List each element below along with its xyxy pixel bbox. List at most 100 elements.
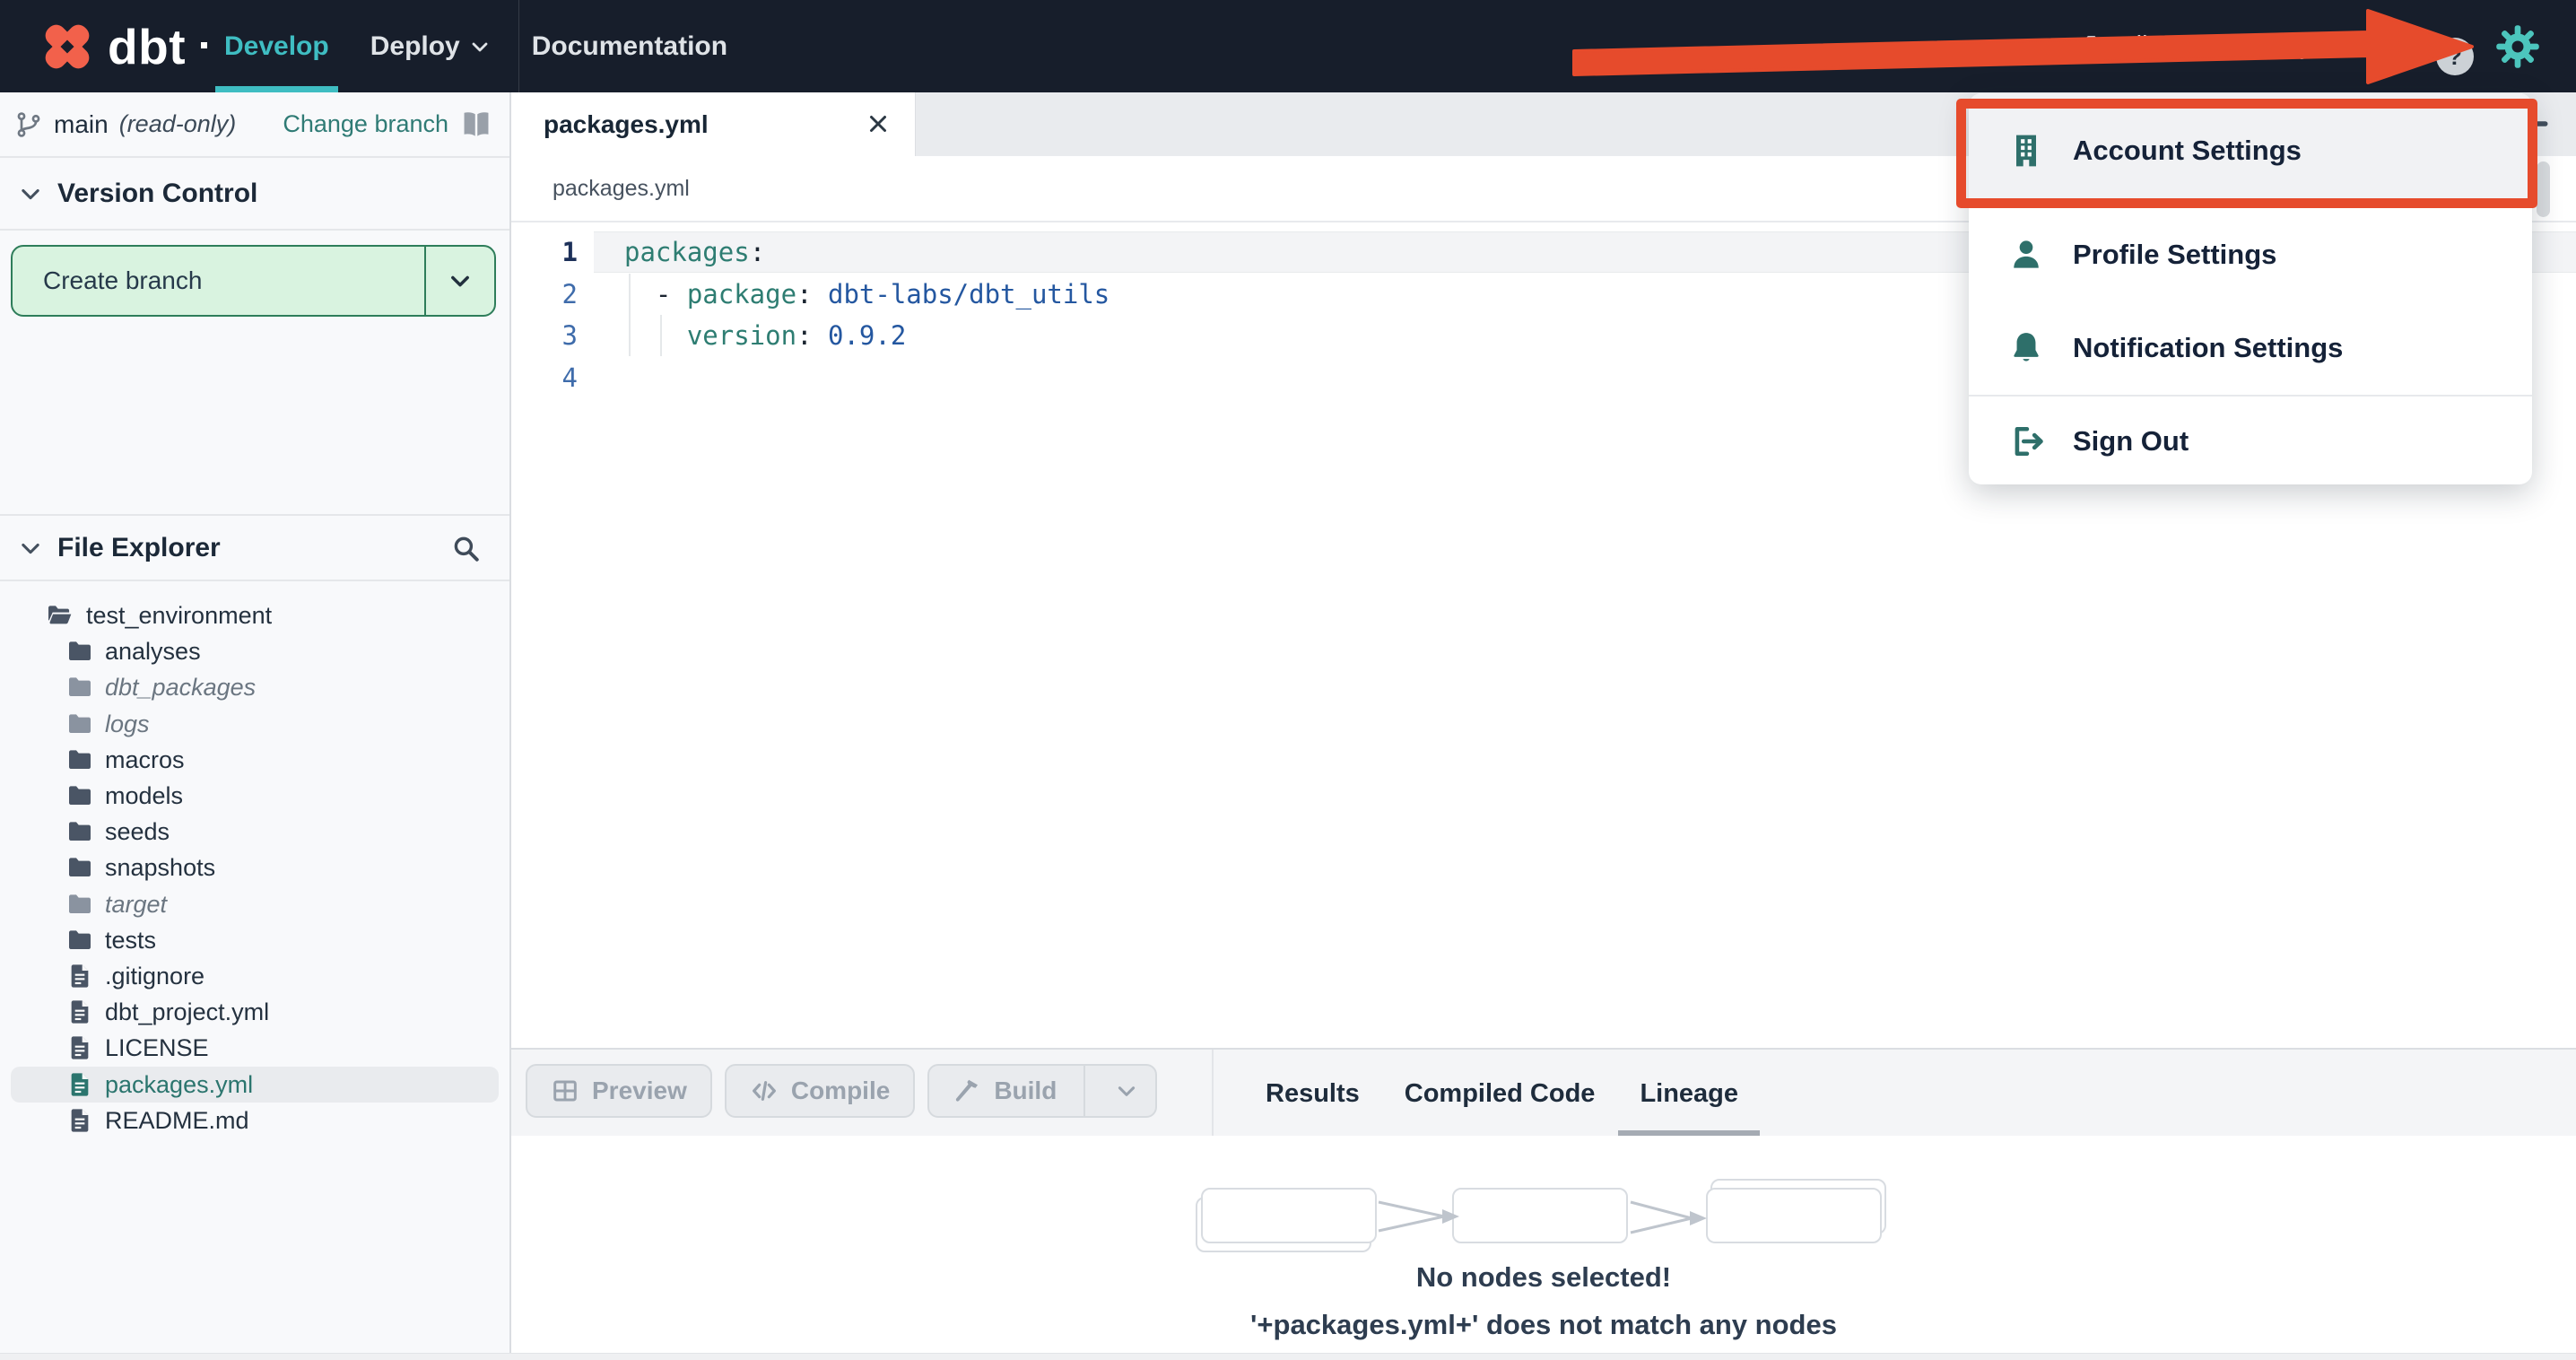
tree-item-label: target [105, 890, 168, 918]
nav-item-documentation[interactable]: Documentation [532, 0, 727, 92]
line-number: 1 [561, 237, 578, 267]
create-branch-button[interactable]: Create branch [11, 245, 496, 317]
bell-icon [2006, 328, 2046, 368]
menu-item-label: Sign Out [2073, 425, 2189, 457]
folder-analyses[interactable]: analyses [0, 633, 509, 669]
folder-test-environment[interactable]: test_environment [0, 597, 509, 633]
tab-compiled-code[interactable]: Compiled Code [1399, 1050, 1601, 1138]
code-line-text: packages: [624, 231, 765, 273]
folder-icon [65, 890, 94, 919]
folder-icon [65, 817, 94, 846]
result-tabs: Results Compiled Code Lineage [1260, 1050, 1760, 1138]
dbt-logo[interactable]: dbt [39, 0, 208, 92]
line-number: 4 [561, 362, 578, 393]
nav-item-label: Deploy [370, 31, 460, 61]
tree-item-label: test_environment [86, 601, 273, 629]
folder-icon [65, 710, 94, 738]
tree-item-label: macros [105, 745, 185, 773]
button-label: Preview [592, 1077, 687, 1104]
folder-models[interactable]: models [0, 778, 509, 814]
file-packages-yml[interactable]: packages.yml [11, 1067, 499, 1103]
file-explorer-header[interactable]: File Explorer [0, 514, 509, 581]
version-control-header[interactable]: Version Control [0, 158, 509, 231]
gear-icon[interactable] [2495, 24, 2540, 69]
tree-item-label: LICENSE [105, 1033, 209, 1061]
folder-icon [65, 745, 94, 774]
compile-button[interactable]: Compile [724, 1064, 916, 1118]
menu-item-label: Profile Settings [2073, 239, 2277, 270]
folder-logs[interactable]: logs [0, 706, 509, 742]
nav-item-develop[interactable]: Develop [215, 0, 338, 92]
search-icon[interactable] [450, 533, 481, 563]
docs-book-icon[interactable] [459, 108, 493, 142]
dbt-logo-icon [39, 19, 95, 74]
chevron-down-icon [469, 36, 491, 57]
breadcrumb-text: dbt Labs / Analytics [2128, 31, 2352, 60]
folder-macros[interactable]: macros [0, 742, 509, 778]
tree-item-label: dbt_packages [105, 673, 257, 701]
file-gitignore[interactable]: .gitignore [0, 958, 509, 994]
tab-results[interactable]: Results [1260, 1050, 1365, 1138]
hammer-icon [953, 1077, 981, 1105]
file-license[interactable]: LICENSE [0, 1030, 509, 1066]
current-branch-name: main [54, 109, 109, 138]
file-icon [65, 1106, 94, 1135]
folder-open-icon [45, 601, 74, 630]
file-tree: test_environment analyses dbt_packageslogs… [0, 581, 509, 1360]
help-icon[interactable]: ? [2436, 38, 2474, 75]
lineage-empty-detail: '+packages.yml+' does not match any node… [1250, 1309, 1837, 1340]
chevron-down-icon [18, 536, 43, 561]
build-options-button[interactable] [1098, 1066, 1155, 1116]
tree-item-label: .gitignore [105, 962, 205, 989]
menu-item-sign-out[interactable]: Sign Out [1969, 397, 2532, 484]
button-label: Build [994, 1077, 1057, 1104]
chevron-down-icon [1115, 1079, 1138, 1103]
dbt-logo-text: dbt [108, 18, 187, 74]
branch-mode: (read-only) [118, 110, 237, 137]
branch-row: main (read-only) Change branch [0, 92, 509, 158]
tree-item-label: models [105, 781, 184, 809]
create-branch-options[interactable] [424, 247, 494, 315]
bottom-scrollbar-track[interactable] [0, 1353, 2576, 1360]
code-token: : [796, 279, 828, 309]
menu-item-notification-settings[interactable]: Notification Settings [1969, 301, 2532, 395]
close-icon[interactable] [865, 110, 892, 137]
code-token: - [624, 279, 687, 309]
preview-button[interactable]: Preview [526, 1064, 712, 1118]
folder-tests[interactable]: tests [0, 922, 509, 958]
folder-snapshots[interactable]: snapshots [0, 850, 509, 885]
code-token: : [796, 320, 828, 351]
tab-label: Lineage [1640, 1078, 1739, 1108]
file-breadcrumb: packages.yml [553, 175, 690, 201]
folder-target[interactable]: target [0, 886, 509, 922]
sign-out-icon [2006, 422, 2046, 461]
file-icon [65, 998, 94, 1026]
account-project-breadcrumb[interactable]: dbt Labs / Analytics [2083, 0, 2352, 92]
tab-label: Results [1266, 1078, 1360, 1108]
code-token: packages [624, 237, 750, 267]
file-dbt-project-yml[interactable]: dbt_project.yml [0, 994, 509, 1030]
folder-icon [65, 781, 94, 810]
project-folder-icon [2083, 31, 2115, 63]
folder-dbt-packages[interactable]: dbt_packages [0, 669, 509, 705]
editor-scrollbar-thumb[interactable] [2537, 161, 2550, 217]
change-branch-link[interactable]: Change branch [283, 110, 448, 138]
lineage-empty-title: No nodes selected! [1415, 1261, 1672, 1293]
tab-packages-yml[interactable]: packages.yml [511, 92, 916, 156]
chevron-down-icon [18, 181, 43, 206]
tree-item-label: dbt_project.yml [105, 998, 270, 1025]
code-icon [750, 1077, 779, 1105]
tab-lineage[interactable]: Lineage [1618, 1050, 1760, 1138]
nav-item-deploy[interactable]: Deploy [370, 0, 491, 92]
line-number: 3 [561, 320, 578, 351]
build-button[interactable]: Build [927, 1064, 1158, 1118]
nav-item-label: Documentation [531, 31, 728, 61]
file-icon [65, 1070, 94, 1099]
nav-divider [518, 0, 519, 92]
folder-seeds[interactable]: seeds [0, 814, 509, 850]
file-readme-md[interactable]: README.md [0, 1103, 509, 1138]
menu-item-profile-settings[interactable]: Profile Settings [1969, 208, 2532, 301]
folder-icon [65, 853, 94, 882]
logo-dot [201, 42, 208, 48]
tree-item-label: logs [105, 710, 150, 737]
